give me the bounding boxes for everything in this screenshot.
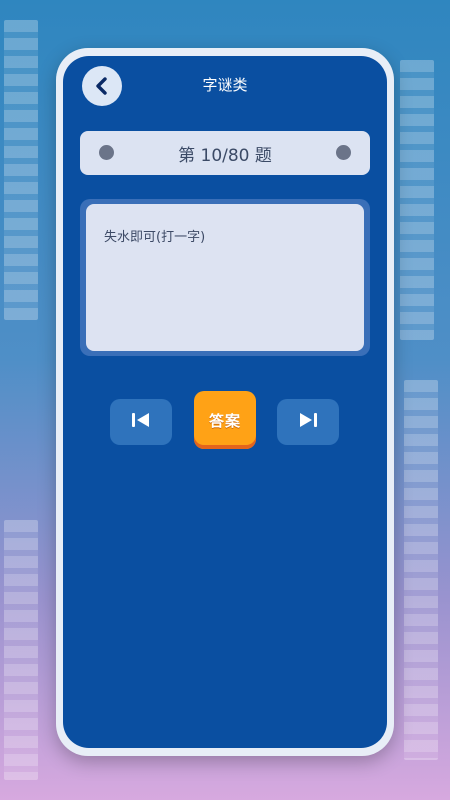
answer-button[interactable]: 答案 xyxy=(194,391,256,449)
decorative-dot-left xyxy=(99,145,114,160)
question-frame: 失水即可(打一字) xyxy=(80,199,370,356)
next-question-button[interactable] xyxy=(277,399,339,445)
question-counter: 第 10/80 题 xyxy=(178,145,272,166)
decorative-dot-right xyxy=(336,145,351,160)
question-card: 失水即可(打一字) xyxy=(86,204,364,351)
question-text: 失水即可(打一字) xyxy=(104,230,206,245)
question-counter-bar: 第 10/80 题 xyxy=(80,131,370,175)
answer-button-label: 答案 xyxy=(208,411,241,430)
previous-question-button[interactable] xyxy=(110,399,172,445)
page-title: 字谜类 xyxy=(202,76,248,94)
skip-previous-icon xyxy=(131,412,151,432)
app-screen: 字谜类 第 10/80 题 失水即可(打一字) 答案 xyxy=(63,56,387,748)
phone-frame: 字谜类 第 10/80 题 失水即可(打一字) 答案 xyxy=(56,48,394,756)
skip-next-icon xyxy=(298,412,318,432)
